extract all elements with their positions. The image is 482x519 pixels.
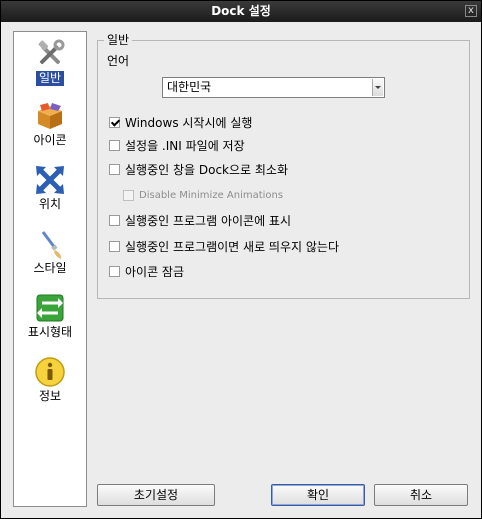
sidebar-item-position[interactable]: 위치	[14, 160, 86, 220]
checkbox[interactable]	[109, 140, 120, 151]
sidebar-item-icons[interactable]: 아이콘	[14, 96, 86, 156]
checkbox[interactable]	[109, 117, 120, 128]
checkbox[interactable]	[109, 241, 120, 252]
sidebar-item-label: 일반	[35, 71, 65, 86]
reset-button[interactable]: 초기설정	[97, 484, 215, 506]
option-label: 실행중인 프로그램이면 새로 띄우지 않는다	[125, 240, 339, 254]
sidebar-item-style[interactable]: 스타일	[14, 224, 86, 284]
language-label: 언어	[107, 54, 130, 68]
sidebar-item-label: 정보	[38, 389, 62, 403]
sidebar-item-display[interactable]: 표시형태	[14, 288, 86, 348]
option-label: Disable Minimize Animations	[139, 190, 284, 201]
info-icon	[35, 357, 65, 387]
language-select[interactable]: 대한민국	[162, 77, 385, 98]
category-sidebar: 일반 아이콘 위치 스타일 표시형태 정보	[13, 31, 87, 507]
group-title: 일반	[104, 33, 133, 47]
arrows-icon	[36, 166, 64, 194]
ok-button[interactable]: 확인	[271, 484, 365, 506]
window-title: Dock 설정	[211, 4, 271, 18]
sidebar-item-label: 아이콘	[33, 133, 67, 147]
box-icon	[38, 103, 62, 129]
settings-window: Dock 설정 x 일반 아이콘 위치 스타일 표시형태 정보 일반 언어 대한…	[0, 0, 482, 519]
sidebar-item-label: 스타일	[33, 261, 67, 275]
checkbox[interactable]	[109, 266, 120, 277]
option-label: 실행중인 프로그램 아이콘에 표시	[125, 214, 292, 228]
sidebar-item-label: 표시형태	[27, 325, 73, 339]
brush-icon	[41, 231, 62, 259]
sidebar-item-general[interactable]: 일반	[14, 34, 86, 94]
sidebar-item-info[interactable]: 정보	[14, 352, 86, 412]
tools-icon	[38, 39, 65, 65]
chevron-down-icon[interactable]	[372, 79, 383, 96]
option-label: 실행중인 창을 Dock으로 최소화	[125, 163, 289, 177]
close-button[interactable]: x	[465, 5, 477, 17]
option-label: Windows 시작시에 실행	[125, 116, 253, 130]
option-label: 설정을 .INI 파일에 저장	[125, 139, 245, 153]
sidebar-item-label: 위치	[38, 197, 62, 211]
option-label: 아이콘 잠금	[125, 265, 185, 279]
language-select-value: 대한민국	[167, 80, 212, 94]
checkbox	[123, 190, 134, 201]
checkbox[interactable]	[109, 215, 120, 226]
swap-arrows-icon	[36, 294, 64, 322]
title-bar[interactable]: Dock 설정 x	[1, 1, 481, 22]
cancel-button[interactable]: 취소	[374, 484, 468, 506]
checkbox[interactable]	[109, 164, 120, 175]
